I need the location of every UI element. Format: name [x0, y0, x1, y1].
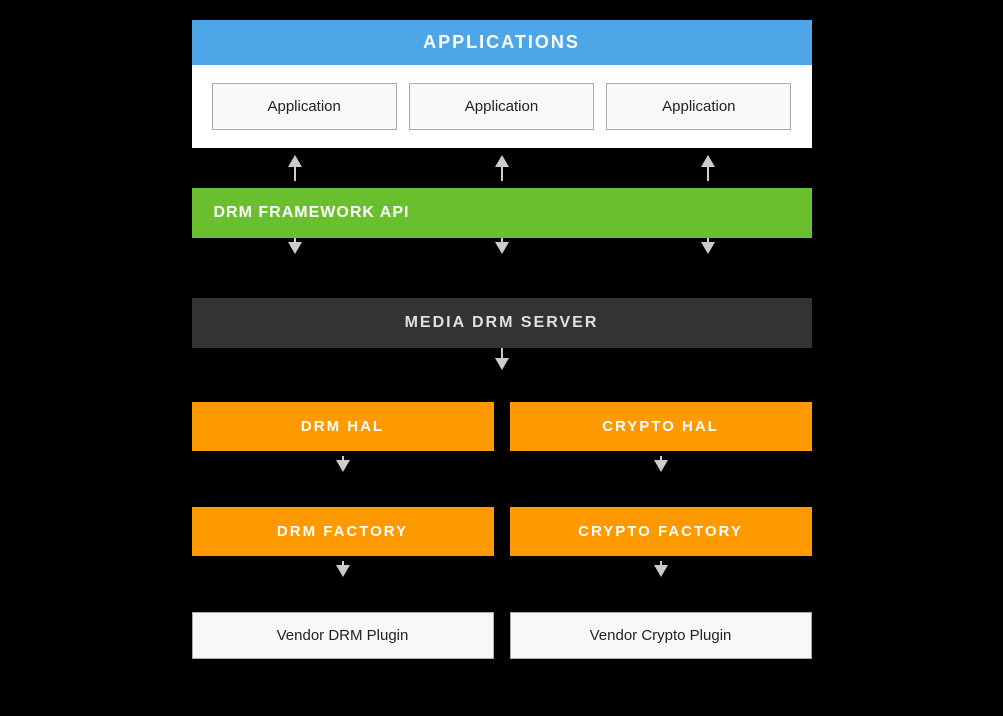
arrow-2	[398, 155, 605, 181]
applications-block: APPLICATIONS Application Application App…	[192, 20, 812, 148]
gap-1	[192, 254, 812, 298]
hal-row: DRM HAL CRYPTO HAL	[192, 402, 812, 451]
arrowhead-down-1	[288, 242, 302, 254]
hal-factory-arrows	[192, 451, 812, 477]
app-box-3: Application	[606, 83, 791, 130]
arrow-3	[605, 155, 812, 181]
drm-framework-bar: DRM FRAMEWORK API	[192, 188, 812, 238]
media-drm-server-bar: MEDIA DRM SERVER	[192, 298, 812, 348]
arrow-line-3	[707, 167, 709, 181]
drm-hal-box: DRM HAL	[192, 402, 494, 451]
media-down-arrow	[192, 348, 812, 372]
vendor-row: Vendor DRM Plugin Vendor Crypto Plugin	[192, 612, 812, 659]
down-arrow-2	[398, 238, 605, 254]
app-box-2: Application	[409, 83, 594, 130]
arrowhead-down-3	[701, 242, 715, 254]
applications-header: APPLICATIONS	[192, 20, 812, 65]
arrowhead-up-1	[288, 155, 302, 167]
crypto-hal-box: CRYPTO HAL	[510, 402, 812, 451]
drm-down-arrows	[192, 238, 812, 254]
arrow-1	[192, 155, 399, 181]
applications-body: Application Application Application	[192, 65, 812, 148]
app-box-1: Application	[212, 83, 397, 130]
arrowhead-up-2	[495, 155, 509, 167]
drm-framework-label: DRM FRAMEWORK API	[214, 204, 410, 222]
arrow-line-1	[294, 167, 296, 181]
down-arrow-1	[192, 238, 399, 254]
drm-factory-box: DRM FACTORY	[192, 507, 494, 556]
vendor-crypto-plugin-box: Vendor Crypto Plugin	[510, 612, 812, 659]
arrowhead-up-3	[701, 155, 715, 167]
app-drm-arrows	[192, 148, 812, 188]
down-arrow-3	[605, 238, 812, 254]
vendor-drm-plugin-box: Vendor DRM Plugin	[192, 612, 494, 659]
factory-row: DRM FACTORY CRYPTO FACTORY	[192, 507, 812, 556]
arrowhead-down-2	[495, 242, 509, 254]
diagram-wrapper: APPLICATIONS Application Application App…	[192, 20, 812, 659]
crypto-factory-box: CRYPTO FACTORY	[510, 507, 812, 556]
factory-vendor-arrows	[192, 556, 812, 582]
arrow-line-2	[501, 167, 503, 181]
